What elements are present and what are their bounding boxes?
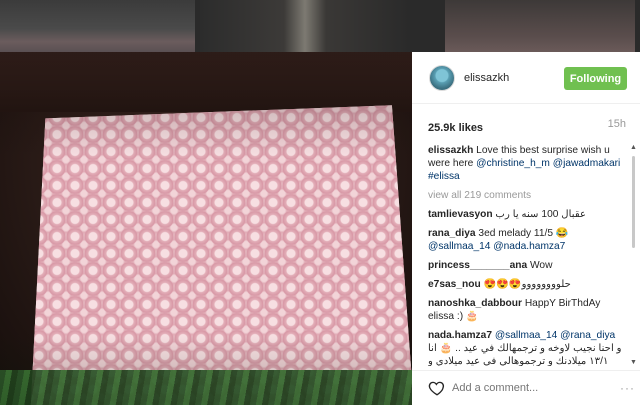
caption-hashtag[interactable]: #elissa [428,171,460,182]
caption-mention[interactable]: @christine_h_m [476,158,550,169]
comment-item: nada.hamza7 @sallmaa_14 @rana_diya و احن… [428,329,624,366]
comment-item: e7sas_nou 😍😍😍حلوووووووو [428,278,624,291]
comment-footer: ··· [412,370,640,405]
comment-item: nanoshka_dabbour HappY BirThdAy elissa :… [428,297,624,323]
comment-username[interactable]: nanoshka_dabbour [428,298,522,309]
comment-text: Wow [529,260,553,271]
add-comment-input[interactable] [452,378,622,398]
comment-username[interactable]: tamlievasyon [428,209,493,220]
comment-username[interactable]: princess_______ana [428,260,527,271]
post-side-panel: elissazkh Following 25.9k likes 15h elis… [412,52,640,405]
heart-outline-icon[interactable] [428,379,446,397]
background-thumbnail [445,0,635,52]
likes-count[interactable]: 25.9k likes [428,122,483,134]
comment-text: عقبال 100 سنه يا رب [495,209,587,220]
post-header: elissazkh Following [412,52,640,104]
photo-shading [0,52,412,405]
comment-item: princess_______ana Wow [428,259,624,272]
comment-text: و احنا نجيب لاوخه و ترجمهالك في عيد .. 🎂… [428,343,622,366]
likes-row: 25.9k likes 15h [428,118,628,134]
scroll-up-arrow-icon[interactable]: ▲ [630,144,637,151]
caption: elissazkh Love this best surprise wish u… [428,144,624,183]
comment-mention[interactable]: @sallmaa_14 [495,330,557,341]
comment-mention[interactable]: @sallmaa_14 @nada.hamza7 [428,241,565,252]
comments-scrollbar[interactable]: ▲ ▼ [630,144,638,366]
background-overlay-strip [0,0,640,52]
comment-mention[interactable]: @rana_diya [560,330,615,341]
background-thumbnail [0,0,195,52]
profile-avatar[interactable] [429,65,455,91]
comment-username[interactable]: nada.hamza7 [428,330,492,341]
caption-mention[interactable]: @jawadmakari [553,158,621,169]
post-username[interactable]: elissazkh [464,72,509,84]
more-options-icon[interactable]: ··· [620,381,635,395]
caption-username[interactable]: elissazkh [428,145,473,156]
comment-text: 3ed melady 11/5 😂 [478,228,569,239]
comment-item: rana_diya 3ed melady 11/5 😂 @sallmaa_14 … [428,227,624,253]
post-photo[interactable] [0,52,412,405]
comment-item: tamlievasyon عقبال 100 سنه يا رب [428,208,624,221]
view-all-comments-link[interactable]: view all 219 comments [428,189,624,202]
scrollbar-thumb[interactable] [632,156,635,248]
comment-username[interactable]: e7sas_nou [428,279,481,290]
comment-username[interactable]: rana_diya [428,228,476,239]
comments-list[interactable]: elissazkh Love this best surprise wish u… [428,144,624,366]
scroll-down-arrow-icon[interactable]: ▼ [630,359,637,366]
comment-text: 😍😍😍حلوووووووو [483,279,571,290]
post-time[interactable]: 15h [608,118,626,130]
background-thumbnail [200,0,410,52]
following-button[interactable]: Following [564,67,627,90]
